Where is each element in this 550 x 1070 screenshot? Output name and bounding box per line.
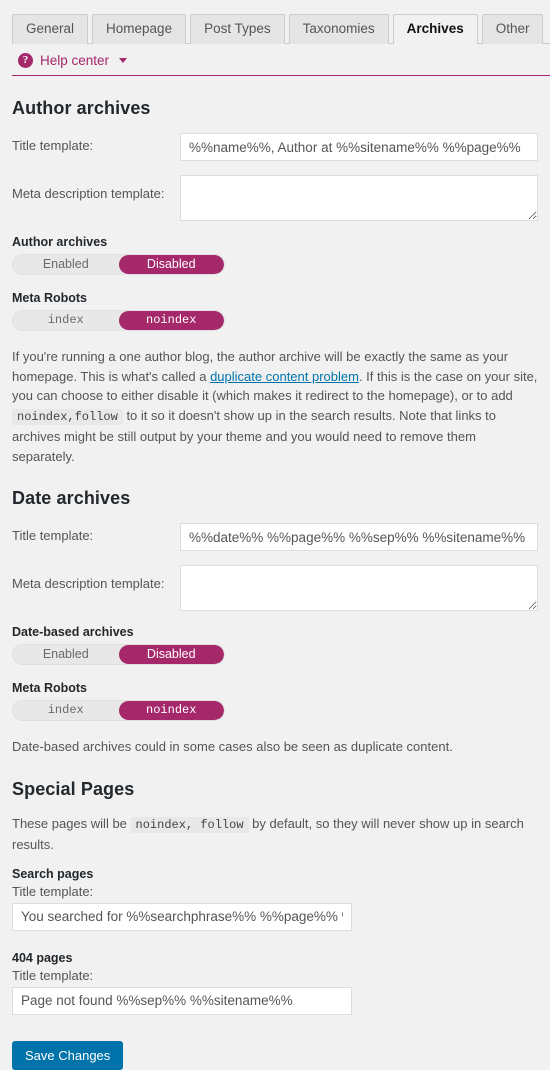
tab-list: General Homepage Post Types Taxonomies A…: [12, 14, 550, 45]
tab-homepage[interactable]: Homepage: [92, 14, 187, 44]
special-pages-description: These pages will be noindex, follow by d…: [12, 814, 538, 855]
date-title-template-row: Title template:: [12, 523, 538, 551]
404-pages-group: 404 pages Title template:: [12, 951, 538, 1015]
author-meta-description-textarea[interactable]: [180, 175, 538, 221]
author-meta-robots-toggle[interactable]: index noindex: [12, 310, 225, 331]
noindex-follow-code: noindex,follow: [12, 408, 123, 425]
author-meta-robots-noindex[interactable]: noindex: [118, 311, 224, 330]
date-meta-robots-noindex[interactable]: noindex: [118, 701, 224, 720]
settings-tab-bar: General Homepage Post Types Taxonomies A…: [0, 0, 550, 45]
tab-other[interactable]: Other: [481, 14, 544, 44]
date-meta-description-label: Meta description template:: [12, 576, 165, 591]
save-changes-button[interactable]: Save Changes: [12, 1040, 124, 1070]
date-archives-toggle-enabled[interactable]: Enabled: [13, 645, 119, 664]
date-meta-robots-heading: Meta Robots: [12, 681, 87, 695]
404-pages-heading: 404 pages: [12, 950, 73, 965]
date-meta-description-textarea[interactable]: [180, 565, 538, 611]
help-center-label: Help center: [40, 52, 110, 68]
author-archives-toggle-disabled[interactable]: Disabled: [118, 255, 224, 274]
author-archives-description: If you're running a one author blog, the…: [12, 347, 538, 466]
chevron-down-icon[interactable]: [119, 57, 128, 63]
author-archives-toggle-enabled[interactable]: Enabled: [13, 255, 119, 274]
date-archives-toggle-disabled[interactable]: Disabled: [118, 645, 224, 664]
special-desc-part1: These pages will be: [12, 815, 131, 831]
help-center-row[interactable]: ? Help center: [0, 44, 550, 69]
date-archives-heading: Date archives: [12, 488, 131, 508]
author-meta-description-row: Meta description template:: [12, 175, 538, 221]
date-title-template-label: Title template:: [12, 528, 94, 543]
author-title-template-row: Title template:: [12, 133, 538, 161]
search-pages-heading: Search pages: [12, 866, 94, 881]
date-archives-description: Date-based archives could in some cases …: [12, 739, 453, 754]
404-pages-title-input[interactable]: [12, 986, 352, 1015]
author-title-template-input[interactable]: [180, 133, 538, 161]
tab-post-types[interactable]: Post Types: [190, 14, 285, 44]
special-pages-heading: Special Pages: [12, 778, 135, 799]
author-meta-description-label: Meta description template:: [12, 186, 165, 201]
author-archives-toggle-heading: Author archives: [12, 235, 108, 249]
search-pages-group: Search pages Title template:: [12, 867, 538, 931]
tab-general[interactable]: General: [12, 14, 89, 44]
date-meta-description-row: Meta description template:: [12, 565, 538, 611]
search-pages-title-input[interactable]: [12, 902, 352, 931]
author-meta-robots-index[interactable]: index: [13, 311, 119, 330]
404-pages-title-label: Title template:: [12, 967, 94, 983]
author-title-template-label: Title template:: [12, 138, 94, 153]
question-mark-circle-icon: ?: [18, 52, 33, 68]
date-archives-toggle[interactable]: Enabled Disabled: [12, 644, 225, 665]
search-pages-title-label: Title template:: [12, 883, 94, 899]
author-archives-toggle[interactable]: Enabled Disabled: [12, 254, 225, 275]
author-archives-heading: Author archives: [12, 98, 151, 118]
noindex-follow-code-special: noindex, follow: [130, 816, 249, 833]
date-meta-robots-index[interactable]: index: [13, 701, 119, 720]
date-archives-toggle-heading: Date-based archives: [12, 625, 134, 639]
tab-archives[interactable]: Archives: [392, 14, 478, 45]
date-title-template-input[interactable]: [180, 523, 538, 551]
date-meta-robots-toggle[interactable]: index noindex: [12, 700, 225, 721]
duplicate-content-problem-link[interactable]: duplicate content problem: [210, 369, 359, 384]
settings-content: Author archives Title template: Meta des…: [0, 98, 550, 1070]
help-center-divider: [12, 75, 550, 76]
author-meta-robots-heading: Meta Robots: [12, 291, 87, 305]
tab-taxonomies[interactable]: Taxonomies: [288, 14, 389, 44]
